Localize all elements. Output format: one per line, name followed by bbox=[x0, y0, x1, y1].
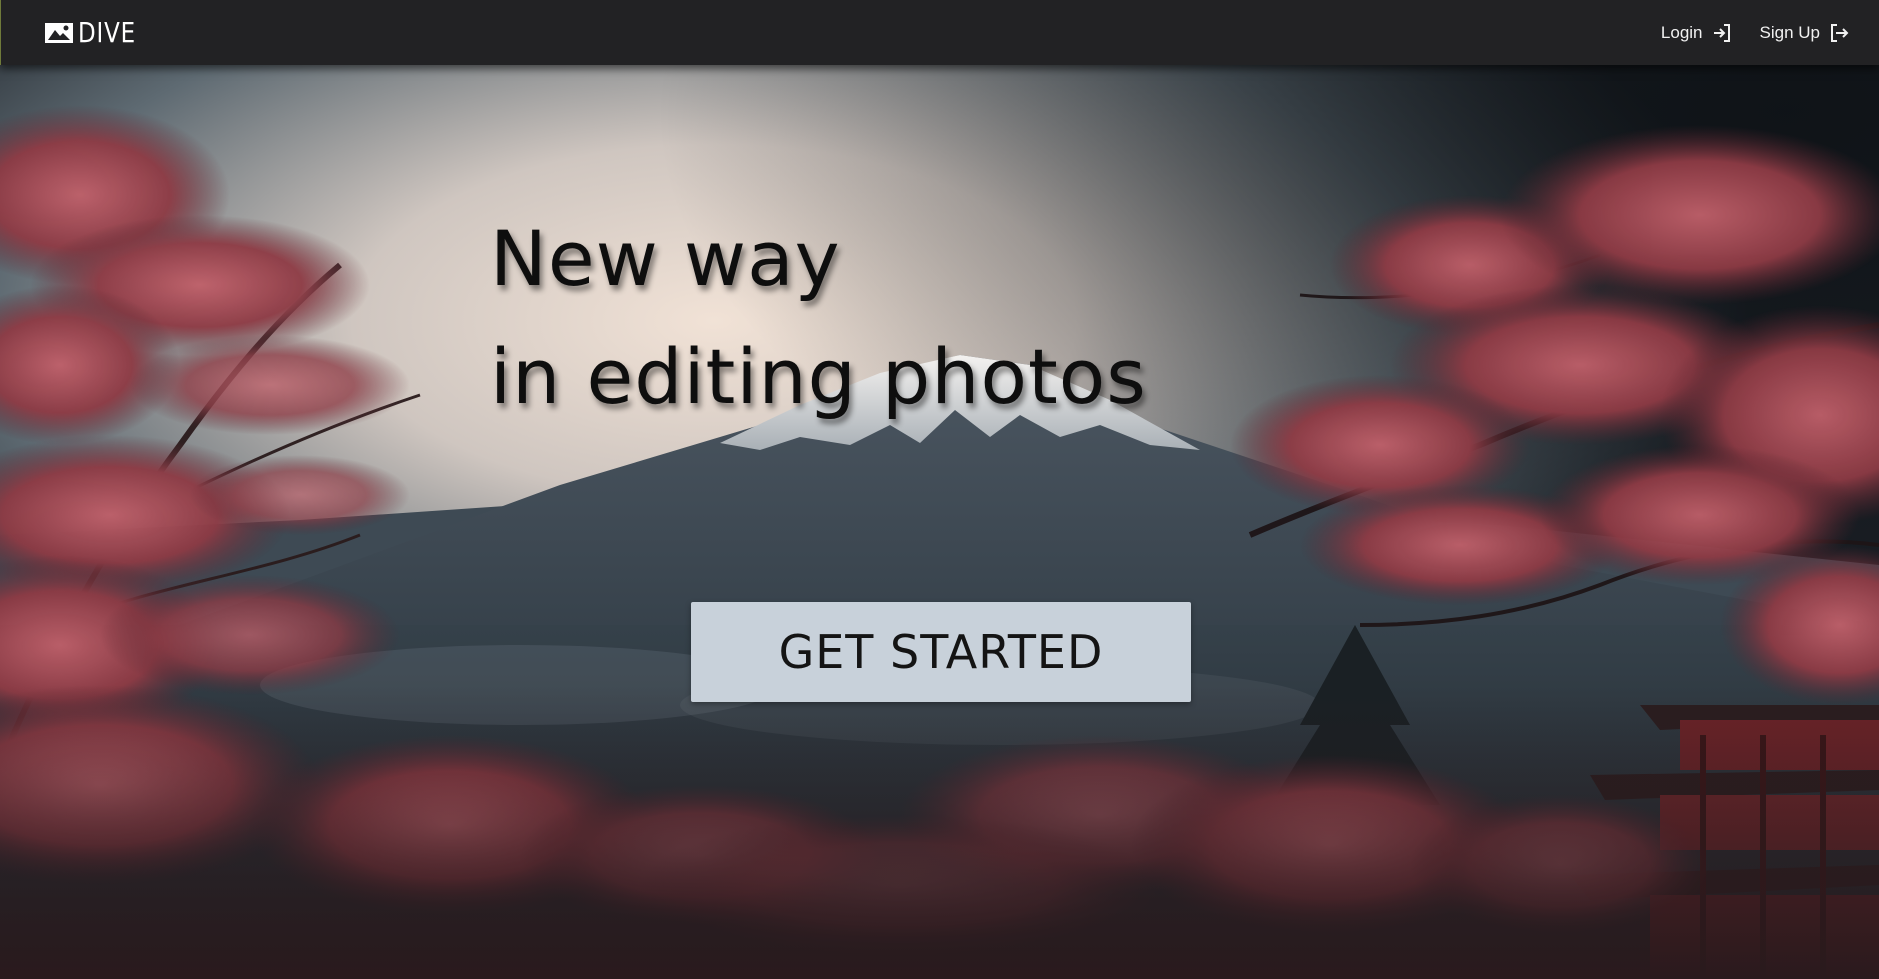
hero-headline: New way in editing photos bbox=[490, 200, 1147, 436]
get-started-button[interactable]: GET STARTED bbox=[691, 602, 1191, 702]
photo-icon bbox=[44, 21, 74, 45]
brand-logo-link[interactable]: DIVE bbox=[44, 16, 149, 50]
login-label: Login bbox=[1660, 22, 1703, 42]
headline-line-2: in editing photos bbox=[490, 332, 1147, 421]
signup-label: Sign Up bbox=[1759, 22, 1820, 42]
hero-section: New way in editing photos GET STARTED bbox=[0, 65, 1879, 979]
signup-link[interactable]: Sign Up bbox=[1760, 23, 1849, 43]
login-link[interactable]: Login bbox=[1661, 23, 1732, 43]
signout-arrow-icon bbox=[1829, 23, 1849, 43]
headline-line-1: New way bbox=[490, 214, 841, 303]
auth-nav: Login Sign Up bbox=[1661, 0, 1849, 65]
landing-page: DIVE Login Sign Up New way in editing ph… bbox=[0, 0, 1879, 979]
brand-name: DIVE bbox=[78, 16, 136, 49]
top-navbar: DIVE Login Sign Up bbox=[0, 0, 1879, 65]
login-icon bbox=[1712, 23, 1732, 43]
